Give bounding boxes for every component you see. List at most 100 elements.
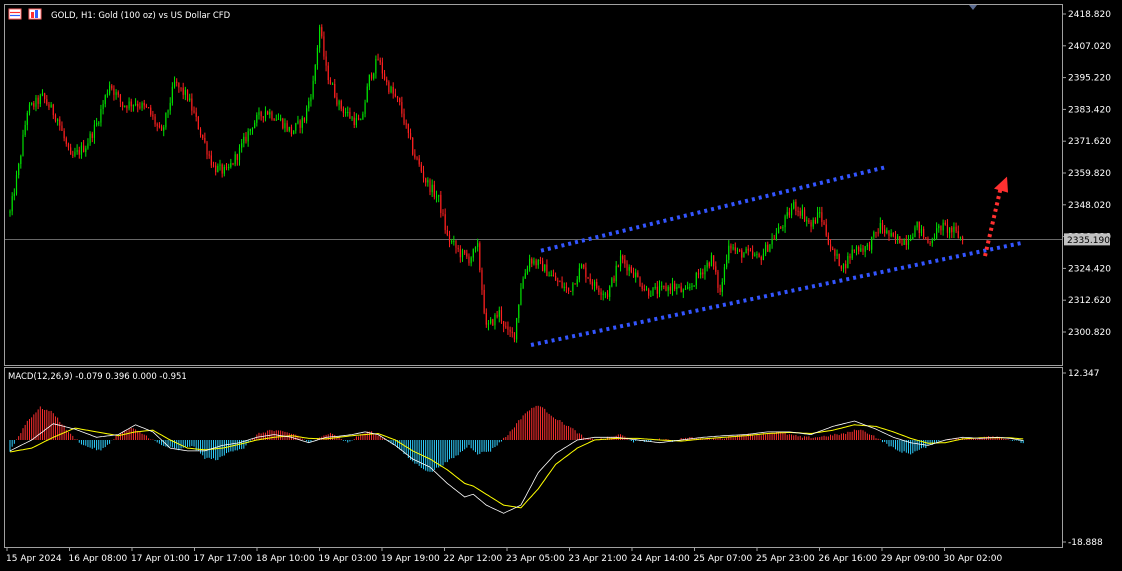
price-axis: 2418.820 2407.020 2395.220 2383.420 2371.620… (1062, 10, 1111, 338)
candle-body (762, 253, 765, 261)
candle-body (541, 260, 544, 272)
candle-body (912, 237, 914, 240)
candle-body (578, 268, 580, 280)
candle-body (126, 105, 128, 109)
candle-body (78, 150, 80, 155)
candle-body (810, 222, 812, 227)
candle-body (59, 119, 61, 126)
candle-body (587, 277, 589, 279)
candle-body (799, 211, 801, 216)
candle-body (22, 134, 24, 156)
candle-body (169, 102, 171, 111)
candle-body (308, 101, 310, 109)
candle-body (176, 81, 178, 83)
candle-body (756, 254, 758, 256)
candle-body (349, 111, 351, 119)
candle-body (221, 164, 223, 174)
candle-body (297, 120, 299, 124)
candle-body (557, 280, 559, 282)
candle-body (728, 245, 730, 260)
candle-body (782, 227, 784, 229)
candle-body (901, 243, 903, 245)
candle-body (347, 111, 349, 113)
candle-body (204, 137, 206, 143)
candle-body (48, 104, 50, 108)
time-tick-label: 29 Apr 09:00 (881, 554, 940, 564)
candle-body (284, 123, 286, 129)
candle-body (741, 250, 743, 258)
candle-body (808, 220, 810, 223)
trading-chart[interactable]: GOLD, H1: Gold (100 oz) vs US Dollar CFD… (0, 0, 1122, 571)
chart-title: GOLD, H1: Gold (100 oz) vs US Dollar CFD (51, 11, 231, 21)
candle-body (448, 234, 451, 242)
candle-body (280, 118, 282, 120)
candle-body (31, 103, 33, 105)
candle-body (637, 272, 639, 278)
candle-body (464, 250, 466, 254)
candle-body (503, 321, 505, 327)
candle-body (418, 158, 420, 165)
candle-body (338, 100, 340, 105)
candle-body (93, 124, 96, 138)
candle-body (784, 216, 786, 228)
chart-shift-marker-icon[interactable] (969, 5, 977, 10)
candle-body (20, 155, 22, 164)
candle-body (513, 332, 516, 340)
candle-body (786, 212, 788, 217)
candle-body (150, 107, 152, 115)
candle-body (730, 245, 732, 249)
candle-body (860, 248, 862, 252)
candle-body (238, 147, 241, 160)
candle-body (888, 230, 890, 236)
candle-body (591, 281, 593, 286)
candle-body (173, 81, 176, 87)
candle-body (96, 123, 98, 125)
candle-body (769, 244, 771, 252)
symbol-list-icon[interactable] (8, 8, 22, 20)
candle-body (102, 103, 104, 109)
candle-body (277, 118, 280, 120)
candle-body (661, 285, 663, 287)
candle-body (918, 221, 920, 234)
price-tick-label: 2359.820 (1068, 169, 1111, 179)
candle-body (955, 226, 957, 232)
candle-body (121, 101, 124, 107)
candle-body (959, 237, 962, 239)
candle-body (663, 285, 665, 287)
candle-body (139, 106, 141, 108)
projection-arrow-head[interactable] (994, 176, 1008, 193)
candle-body (479, 243, 481, 271)
candle-body (933, 238, 936, 241)
candle-body (871, 236, 873, 250)
candle-body (377, 58, 379, 61)
candle-body (433, 184, 435, 197)
candle-body (721, 282, 723, 292)
annotations (530, 165, 1024, 347)
candle-body (907, 240, 910, 245)
candle-body (50, 104, 52, 108)
candle-body (26, 112, 28, 125)
candle-body (76, 150, 78, 152)
candle-body (442, 212, 444, 215)
candle-body (163, 127, 165, 131)
upper-channel-line[interactable] (540, 165, 887, 253)
candle-body (316, 47, 319, 65)
candle-body (422, 171, 425, 179)
candle-body (847, 256, 849, 269)
macd-label: MACD(12,26,9) -0.079 0.396 0.000 -0.951 (8, 372, 187, 382)
candle-body (403, 113, 405, 124)
projection-arrow-shaft[interactable] (983, 186, 1003, 257)
candle-body (842, 263, 845, 269)
candle-body (622, 255, 624, 260)
candle-body (529, 258, 531, 269)
candle-body (719, 287, 721, 292)
candle-body (691, 285, 693, 288)
candle-body (388, 82, 390, 93)
candle-body (234, 154, 236, 165)
candle-body (879, 222, 881, 233)
candle-body (656, 286, 658, 294)
candle-body (392, 87, 394, 94)
candle-body (370, 74, 373, 79)
candle-body (745, 248, 747, 254)
market-depth-icon[interactable] (28, 8, 42, 20)
